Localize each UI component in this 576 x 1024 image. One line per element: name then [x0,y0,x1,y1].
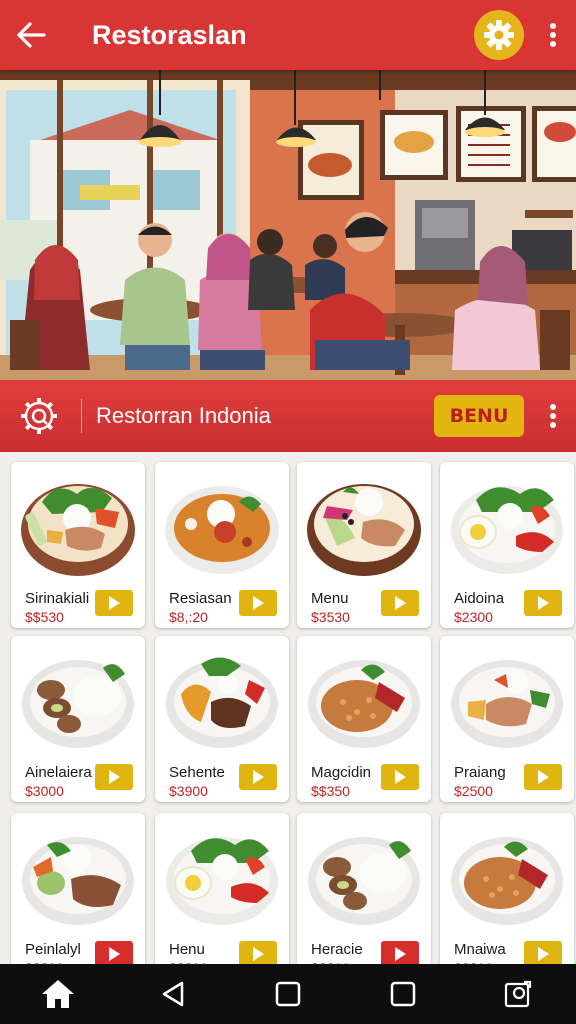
play-button[interactable] [239,764,277,790]
menu-item-card[interactable]: Ainelaiera $3000 [11,636,145,802]
settings-button[interactable] [474,10,524,60]
dish-image [21,484,135,576]
menu-item-price: $3530 [311,609,350,625]
menu-item-price: $2300 [454,609,493,625]
menu-item-name: Sehente [169,764,225,781]
play-button[interactable] [95,764,133,790]
menu-item-price: $2500 [454,783,493,799]
menu-item-card[interactable]: Menu $3530 [297,462,431,628]
square-icon [390,981,416,1007]
menu-item-card[interactable]: Heracie$$$00 [297,813,431,964]
more-vert-icon [550,404,556,428]
menu-item-name: Heracie [311,941,363,958]
menu-item-name: Menu [311,590,349,607]
play-button[interactable] [381,941,419,964]
play-button[interactable] [524,590,562,616]
settings-icon [505,980,532,1008]
restaurant-badge-button[interactable] [19,396,59,436]
menu-item-card[interactable]: Magcidin $$350 [297,636,431,802]
menu-item-name: Mnaiwa [454,941,506,958]
dish-image [166,657,278,748]
home-icon [41,980,74,1008]
play-button[interactable] [524,941,562,964]
dish-image [308,837,420,925]
more-vert-icon [550,23,556,47]
page-title: Restoraslan [92,19,247,50]
system-nav-bar [0,964,576,1024]
app-bar: Restoraslan [0,0,576,70]
play-icon [109,770,120,784]
play-button[interactable] [524,764,562,790]
menu-item-card[interactable]: Mnaiwa$$$00 [440,813,574,964]
menu-item-card[interactable]: Aidoina $2300 [440,462,574,628]
menu-item-card[interactable]: Henu$$$00 [155,813,289,964]
nav-back-button[interactable] [143,964,203,1024]
play-icon [395,947,406,961]
play-button[interactable] [239,941,277,964]
play-icon [395,770,406,784]
play-icon [538,947,549,961]
dish-image [451,486,563,574]
menu-item-card[interactable]: Praiang $2500 [440,636,574,802]
menu-item-name: Ainelaiera [25,764,92,781]
recents-icon [275,981,301,1007]
nav-settings-button[interactable] [488,964,548,1024]
restaurant-badge-icon [21,398,57,434]
play-icon [253,947,264,961]
dish-image [308,660,420,748]
restaurant-header: Restorran Indonia BENU [0,380,576,452]
play-icon [109,947,120,961]
play-icon [109,596,120,610]
menu-item-name: Praiang [454,764,506,781]
menu-item-name: Sirinakiali [25,590,90,607]
dish-image [307,484,421,576]
menu-item-name: Resiasan [169,590,232,607]
play-button[interactable] [95,590,133,616]
dish-image [22,837,134,925]
header-divider [81,399,82,433]
dish-image [165,486,279,574]
back-arrow-icon [17,22,46,48]
play-icon [253,596,264,610]
play-button[interactable] [95,941,133,964]
nav-recents-button[interactable] [258,964,318,1024]
menu-item-price: $$530 [25,609,64,625]
back-button[interactable] [0,0,62,70]
menu-item-card[interactable]: Peinlalyl$$$00 [11,813,145,964]
dish-image [451,837,563,925]
nav-back-icon [162,981,184,1007]
menu-item-price: $3000 [25,783,64,799]
menu-item-price: $3900 [169,783,208,799]
restaurant-hero-image [0,70,576,380]
menu-item-name: Peinlalyl [25,941,81,958]
nav-home-button[interactable] [28,964,88,1024]
menu-item-name: Henu [169,941,205,958]
play-icon [253,770,264,784]
menu-item-price: $8,:20 [169,609,208,625]
menu-item-name: Magcidin [311,764,372,781]
menu-item-card[interactable]: Sehente $3900 [155,636,289,802]
play-icon [538,770,549,784]
restaurant-name: Restorran Indonia [96,403,271,428]
play-icon [538,596,549,610]
menu-button[interactable]: BENU [434,395,524,437]
dish-image [451,660,563,748]
more-options-button[interactable] [538,10,568,60]
restaurant-more-button[interactable] [538,391,568,441]
menu-item-price: $$350 [311,783,350,799]
menu-grid: Sirinakiali $$530 Resiasan $8,:20 Menu $3530 A… [0,452,576,964]
play-button[interactable] [381,590,419,616]
menu-item-card[interactable]: Sirinakiali $$530 [11,462,145,628]
play-button[interactable] [239,590,277,616]
dish-image [22,660,134,748]
dish-image [166,837,278,925]
gear-icon [484,20,514,50]
menu-item-card[interactable]: Resiasan $8,:20 [155,462,289,628]
play-icon [395,596,406,610]
menu-item-name: Aidoina [454,590,505,607]
nav-square-button[interactable] [373,964,433,1024]
play-button[interactable] [381,764,419,790]
